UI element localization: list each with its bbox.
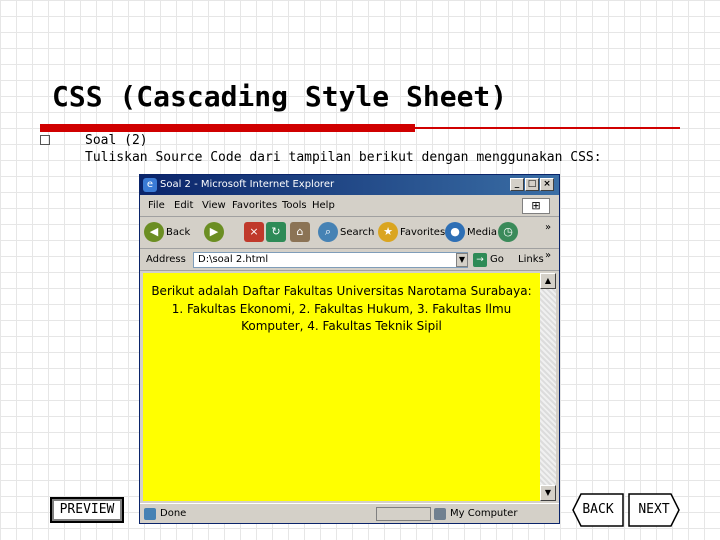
page-done-icon bbox=[144, 508, 156, 520]
links-button[interactable]: Links bbox=[518, 249, 544, 271]
favorites-toolbar-button[interactable]: ★ Favorites bbox=[378, 222, 445, 244]
page-content: Berikut adalah Daftar Fakultas Universit… bbox=[143, 273, 540, 501]
toolbar-more[interactable]: » bbox=[545, 217, 551, 239]
back-arrow-icon: ◀ bbox=[144, 222, 164, 242]
slide-title: CSS (Cascading Style Sheet) bbox=[52, 80, 508, 113]
menu-view[interactable]: View bbox=[202, 195, 226, 217]
scroll-up-icon[interactable]: ▲ bbox=[540, 273, 556, 289]
menu-edit[interactable]: Edit bbox=[174, 195, 193, 217]
menu-help[interactable]: Help bbox=[312, 195, 335, 217]
search-toolbar-button[interactable]: ⌕ Search bbox=[318, 222, 374, 244]
forward-toolbar-button[interactable]: ▶ bbox=[204, 222, 226, 244]
stop-button[interactable]: × bbox=[244, 222, 266, 244]
status-bar: Done My Computer bbox=[140, 503, 559, 523]
back-label: BACK bbox=[582, 502, 614, 517]
search-label: Search bbox=[340, 227, 375, 238]
media-toolbar-button[interactable]: ● Media bbox=[445, 222, 497, 244]
close-icon[interactable]: × bbox=[540, 178, 554, 191]
back-toolbar-button[interactable]: ◀ Back bbox=[144, 222, 190, 244]
next-label: NEXT bbox=[638, 502, 670, 517]
title-underline-bar bbox=[40, 124, 415, 132]
address-bar: Address D:\soal 2.html ▼ → Go Links » bbox=[140, 249, 559, 271]
browser-menubar: File Edit View Favorites Tools Help ⊞ bbox=[140, 195, 559, 217]
forward-arrow-icon: ▶ bbox=[204, 222, 224, 242]
browser-titlebar: Soal 2 - Microsoft Internet Explorer bbox=[140, 175, 559, 195]
minimize-icon[interactable]: _ bbox=[510, 178, 524, 191]
content-text: Berikut adalah Daftar Fakultas Universit… bbox=[151, 284, 532, 333]
home-button[interactable]: ⌂ bbox=[290, 222, 312, 244]
scroll-down-icon[interactable]: ▼ bbox=[540, 485, 556, 501]
media-icon: ● bbox=[445, 222, 465, 242]
menu-favorites[interactable]: Favorites bbox=[232, 195, 277, 217]
address-input[interactable]: D:\soal 2.html bbox=[193, 252, 468, 268]
history-button[interactable]: ◷ bbox=[498, 222, 520, 244]
zone-text: My Computer bbox=[450, 508, 518, 519]
home-icon: ⌂ bbox=[290, 222, 310, 242]
windows-flag-icon: ⊞ bbox=[522, 198, 550, 214]
search-icon: ⌕ bbox=[318, 222, 338, 242]
stop-icon: × bbox=[244, 222, 264, 242]
preview-button[interactable]: PREVIEW bbox=[50, 497, 124, 523]
media-label: Media bbox=[467, 227, 498, 238]
browser-title: Soal 2 - Microsoft Internet Explorer bbox=[160, 179, 335, 190]
menu-tools[interactable]: Tools bbox=[282, 195, 307, 217]
title-underline-line bbox=[415, 127, 680, 129]
status-panel bbox=[376, 507, 431, 521]
bullet-square bbox=[40, 135, 50, 145]
address-label: Address bbox=[146, 254, 186, 265]
computer-icon bbox=[434, 508, 446, 520]
favorites-star-icon: ★ bbox=[378, 222, 398, 242]
ie-logo-icon: e bbox=[143, 178, 157, 192]
menu-file[interactable]: File bbox=[148, 195, 165, 217]
question-number: Soal (2) bbox=[85, 133, 148, 148]
links-more[interactable]: » bbox=[545, 245, 551, 267]
refresh-button[interactable]: ↻ bbox=[266, 222, 288, 244]
browser-screenshot: Soal 2 - Microsoft Internet Explorer e _… bbox=[139, 174, 560, 524]
address-dropdown-icon[interactable]: ▼ bbox=[456, 253, 468, 267]
history-icon: ◷ bbox=[498, 222, 518, 242]
question-text: Tuliskan Source Code dari tampilan berik… bbox=[85, 150, 602, 165]
back-button[interactable]: BACK bbox=[572, 493, 624, 527]
status-text: Done bbox=[160, 508, 187, 519]
favorites-label: Favorites bbox=[400, 227, 446, 238]
refresh-icon: ↻ bbox=[266, 222, 286, 242]
back-label: Back bbox=[166, 227, 191, 238]
next-button[interactable]: NEXT bbox=[628, 493, 680, 527]
browser-toolbar: ◀ Back ▶ × ↻ ⌂ ⌕ Search ★ Favorites ● Media … bbox=[140, 217, 559, 249]
go-arrow-icon[interactable]: → bbox=[473, 253, 487, 267]
maximize-icon[interactable]: □ bbox=[525, 178, 539, 191]
go-button[interactable]: Go bbox=[490, 249, 504, 271]
vertical-scrollbar[interactable]: ▲ ▼ bbox=[540, 273, 556, 501]
